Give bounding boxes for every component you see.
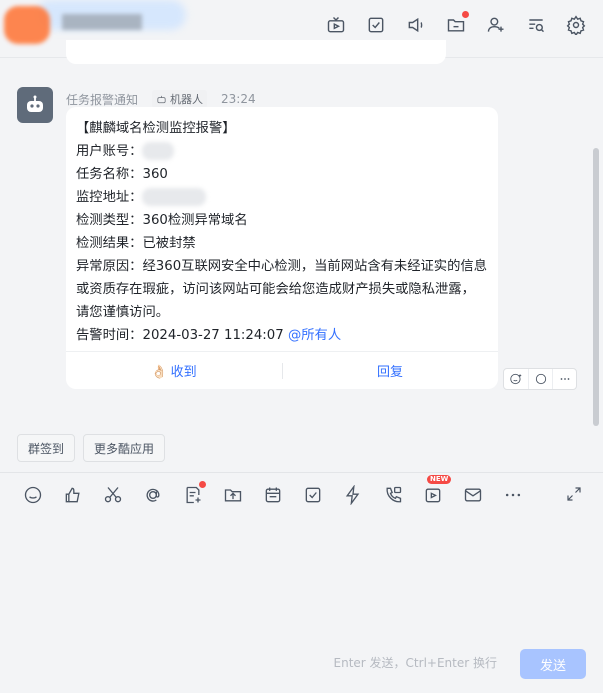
chip-more-apps[interactable]: 更多酷应用 (83, 434, 166, 462)
mail-icon[interactable] (462, 484, 484, 506)
card-title: 【麒麟域名检测监控报警】 (76, 121, 236, 136)
field-reason: 异常原因：经360互联网安全中心检测，当前网站含有未经证实的信息或资质存在瑕疵，… (76, 255, 488, 324)
robot-icon (27, 95, 43, 112)
task-icon[interactable] (302, 484, 324, 506)
announcement-icon[interactable] (405, 14, 427, 36)
field-label: 检测类型： (76, 213, 143, 228)
comment-icon[interactable] (528, 369, 552, 389)
notification-dot (462, 11, 469, 18)
add-reaction-icon[interactable] (504, 369, 528, 389)
flash-icon[interactable] (342, 484, 364, 506)
card-actions: 👌🏻 收到 回复 (66, 351, 498, 389)
todo-check-icon[interactable] (365, 14, 387, 36)
robot-tag: 机器人 (152, 90, 208, 108)
field-alert-time: 告警时间：2024-03-27 11:24:07 @所有人 (76, 324, 488, 347)
redacted-account (142, 142, 175, 160)
folder-icon[interactable] (445, 11, 469, 36)
alert-message-card: 【麒麟域名检测监控报警】 用户账号： 任务名称：360 监控地址： 检测类型：3… (66, 107, 498, 389)
reply-label: 回复 (376, 365, 403, 380)
add-member-icon[interactable] (485, 14, 507, 36)
message-composer: NEW Enter 发送，Ctrl+Enter 换行 发送 (0, 472, 603, 693)
field-account: 用户账号： (76, 140, 488, 163)
message-meta: 任务报警通知 机器人 23:24 (66, 90, 256, 108)
field-type: 检测类型：360检测异常域名 (76, 209, 488, 232)
message-time: 23:24 (221, 92, 256, 106)
doc-add-icon[interactable] (182, 481, 206, 506)
video-icon[interactable] (325, 14, 347, 36)
card-body: 【麒麟域名检测监控报警】 用户账号： 任务名称：360 监控地址： 检测类型：3… (66, 107, 498, 347)
received-label: 收到 (170, 365, 197, 380)
new-badge: NEW (427, 475, 452, 484)
search-chat-icon[interactable] (525, 14, 547, 36)
sender-name[interactable]: 任务报警通知 (66, 91, 138, 108)
calendar-icon[interactable] (262, 484, 284, 506)
field-result: 检测结果：已被封禁 (76, 232, 488, 255)
field-label: 检测结果： (76, 236, 143, 251)
field-value: 2024-03-27 11:24:07 (142, 328, 284, 343)
send-button[interactable]: 发送 (520, 649, 586, 679)
expand-composer-icon[interactable] (565, 485, 585, 505)
field-label: 任务名称： (76, 167, 143, 182)
scrollbar-thumb[interactable] (593, 148, 599, 426)
robot-tag-icon (157, 95, 166, 103)
field-value: 360检测异常域名 (142, 213, 248, 228)
received-button[interactable]: 👌🏻 收到 (66, 361, 282, 380)
scissors-icon[interactable] (102, 484, 124, 506)
field-value: 360 (142, 167, 168, 182)
message-hover-tools (503, 368, 577, 390)
field-label: 告警时间： (76, 328, 143, 343)
field-label: 用户账号： (76, 144, 143, 159)
quick-apps: 群签到 更多酷应用 (17, 434, 166, 462)
upload-file-icon[interactable] (222, 484, 244, 506)
bot-avatar[interactable] (17, 87, 53, 123)
chip-group-checkin[interactable]: 群签到 (17, 434, 76, 462)
chat-window: 任务报警通知 机器人 23:24 【麒麟域名检测监控报警】 用户账号： 任务名称… (0, 0, 603, 693)
field-label: 异常原因： (76, 259, 143, 274)
settings-icon[interactable] (565, 14, 587, 36)
redacted-address (142, 188, 207, 206)
previous-message-bubble (66, 40, 446, 64)
thumbs-up-icon[interactable] (62, 484, 84, 506)
video-meeting-icon[interactable]: NEW (422, 475, 452, 506)
at-icon[interactable] (142, 484, 164, 506)
send-hint: Enter 发送，Ctrl+Enter 换行 (333, 656, 497, 670)
field-label: 监控地址： (76, 190, 143, 205)
field-monitor: 监控地址： (76, 186, 488, 209)
header-toolbar (325, 11, 587, 36)
more-icon[interactable] (502, 484, 524, 506)
notification-dot (199, 481, 206, 488)
more-options-icon[interactable] (552, 369, 576, 389)
field-value: 已被封禁 (142, 236, 196, 251)
composer-toolbar: NEW (22, 475, 524, 506)
reply-button[interactable]: 回复 (282, 361, 498, 380)
ok-hand-icon: 👌🏻 (151, 365, 168, 380)
emoji-icon[interactable] (22, 484, 44, 506)
mention-all[interactable]: @所有人 (288, 328, 341, 343)
robot-tag-label: 机器人 (170, 93, 204, 106)
field-task: 任务名称：360 (76, 163, 488, 186)
phone-icon[interactable] (382, 484, 404, 506)
